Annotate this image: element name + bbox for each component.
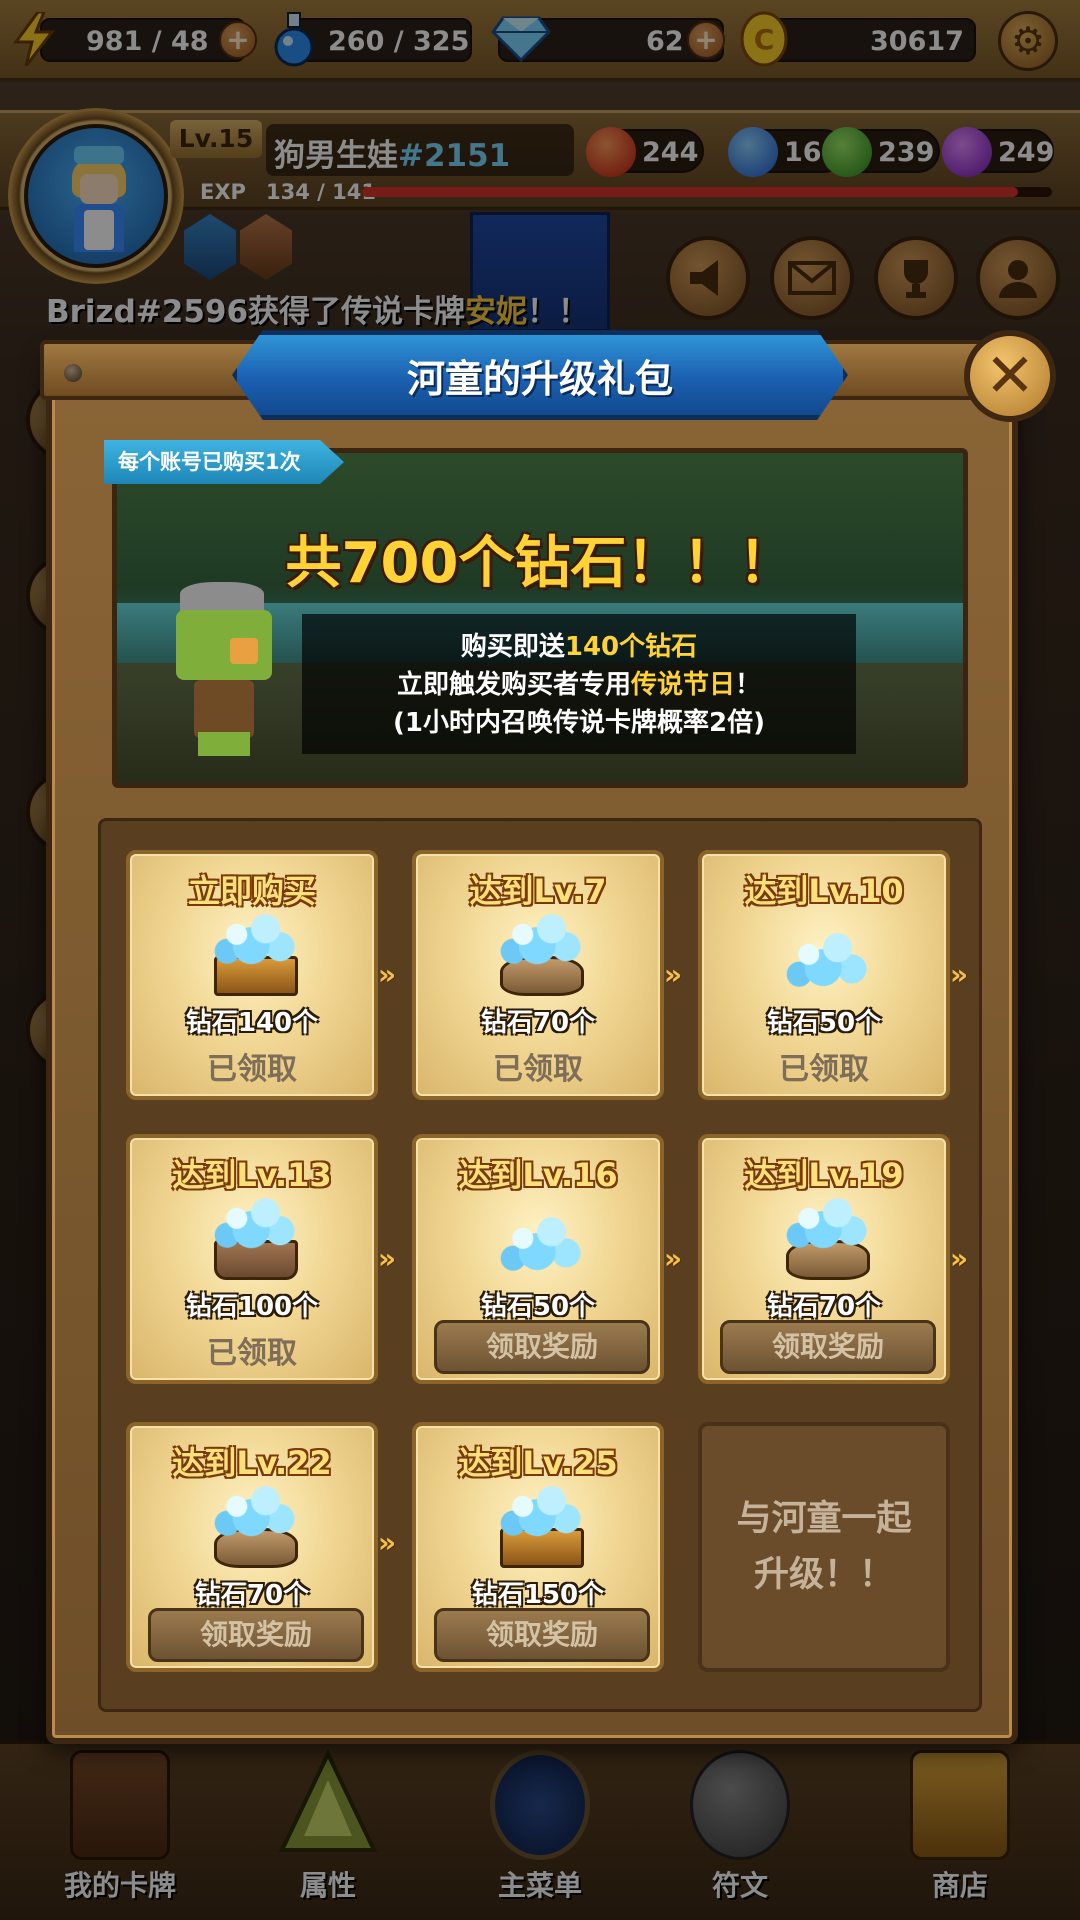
slogan-card: 与河童一起 升级！！ [698, 1422, 950, 1672]
reward-card: 达到Lv.10 钻石50个已领取 [698, 850, 950, 1100]
diamond-pile-icon [772, 1196, 884, 1282]
reward-title: 达到Lv.7 [469, 872, 607, 910]
next-arrow-icon: » [664, 958, 683, 991]
close-button[interactable]: ✕ [964, 330, 1056, 422]
kappa-character-icon [170, 582, 290, 762]
diamond-pile-icon [200, 1196, 312, 1282]
claim-reward-button[interactable]: 领取奖励 [148, 1608, 364, 1662]
slogan-line-2: 升级！！ [753, 1555, 894, 1595]
reward-card: 达到Lv.7 钻石70个已领取 [412, 850, 664, 1100]
reward-title: 达到Lv.13 [172, 1156, 332, 1194]
claimed-status: 已领取 [493, 1052, 583, 1087]
reward-card[interactable]: 达到Lv.22 钻石70个 领取奖励 [126, 1422, 378, 1672]
reward-amount: 钻石70个 [194, 1580, 310, 1610]
promo-line-3: (1小时内召唤传说卡牌概率2倍) [393, 708, 765, 738]
reward-card: 立即购买钻石140个已领取 [126, 850, 378, 1100]
diamond-pile-icon [772, 912, 884, 998]
promo-description: 购买即送140个钻石 立即触发购买者专用传说节日！ (1小时内召唤传说卡牌概率2… [302, 614, 856, 754]
reward-title: 达到Lv.10 [744, 872, 904, 910]
claimed-status: 已领取 [207, 1336, 297, 1371]
slogan-line-1: 与河童一起 [736, 1499, 912, 1539]
reward-title: 立即购买 [187, 872, 316, 910]
reward-amount: 钻石70个 [480, 1008, 596, 1038]
rivet-icon [64, 364, 82, 382]
reward-title: 达到Lv.25 [458, 1444, 618, 1482]
modal-title-plate: 河童的升级礼包 [232, 330, 848, 420]
diamond-pile-icon [486, 912, 598, 998]
diamond-pile-icon [200, 912, 312, 998]
reward-amount: 钻石140个 [185, 1008, 319, 1038]
purchased-count-tag: 每个账号已购买1次 [104, 440, 344, 484]
promo-line-2: 立即触发购买者专用传说节日！ [396, 670, 762, 700]
claimed-status: 已领取 [779, 1052, 869, 1087]
next-arrow-icon: » [378, 1526, 397, 1559]
promo-line-1: 购买即送140个钻石 [460, 632, 698, 662]
reward-amount: 钻石100个 [185, 1292, 319, 1322]
diamond-pile-icon [486, 1196, 598, 1282]
diamond-pile-icon [200, 1484, 312, 1570]
modal-title: 河童的升级礼包 [406, 356, 673, 401]
reward-amount: 钻石70个 [766, 1292, 882, 1322]
next-arrow-icon: » [950, 1242, 969, 1275]
claim-reward-button[interactable]: 领取奖励 [434, 1320, 650, 1374]
reward-amount: 钻石50个 [766, 1008, 882, 1038]
reward-card[interactable]: 达到Lv.19 钻石70个 领取奖励 [698, 1134, 950, 1384]
reward-amount: 钻石50个 [480, 1292, 596, 1322]
next-arrow-icon: » [378, 958, 397, 991]
diamond-pile-icon [486, 1484, 598, 1570]
claimed-status: 已领取 [207, 1052, 297, 1087]
reward-card[interactable]: 达到Lv.25 钻石150个 领取奖励 [412, 1422, 664, 1672]
reward-card: 达到Lv.13 钻石100个已领取 [126, 1134, 378, 1384]
reward-title: 达到Lv.19 [744, 1156, 904, 1194]
reward-card[interactable]: 达到Lv.16 钻石50个 领取奖励 [412, 1134, 664, 1384]
next-arrow-icon: » [378, 1242, 397, 1275]
next-arrow-icon: » [950, 958, 969, 991]
reward-title: 达到Lv.16 [458, 1156, 618, 1194]
next-arrow-icon: » [664, 1242, 683, 1275]
claim-reward-button[interactable]: 领取奖励 [720, 1320, 936, 1374]
claim-reward-button[interactable]: 领取奖励 [434, 1608, 650, 1662]
reward-amount: 钻石150个 [471, 1580, 605, 1610]
reward-title: 达到Lv.22 [172, 1444, 332, 1482]
